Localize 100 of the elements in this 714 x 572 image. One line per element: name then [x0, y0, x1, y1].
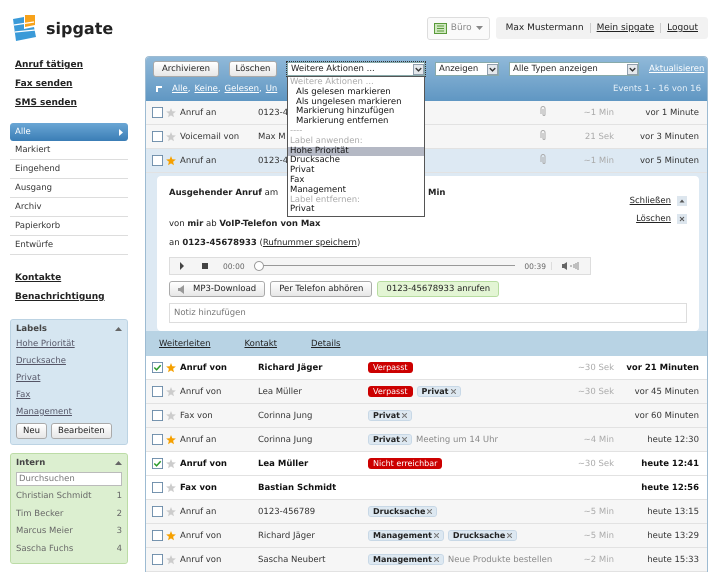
checkbox[interactable]	[152, 458, 163, 469]
menu-item[interactable]: Privat	[288, 166, 424, 176]
menu-item[interactable]: Management	[288, 186, 424, 196]
star-icon[interactable]	[166, 506, 176, 516]
call-button[interactable]: 0123-45678933 anrufen	[377, 281, 500, 297]
checkbox[interactable]	[152, 434, 163, 445]
event-row[interactable]: Anruf von Richard Jäger Verpasst ~30 Sek vor 21 Minuten	[146, 356, 707, 380]
event-note: Neue Produkte bestellen	[448, 554, 552, 564]
detail-link[interactable]: Weiterleiten	[159, 339, 210, 349]
checkbox[interactable]	[152, 506, 163, 517]
menu-item[interactable]: Privat	[288, 205, 424, 216]
header-link[interactable]: Logout	[660, 23, 704, 33]
save-number-link[interactable]: Rufnummer speichern	[262, 238, 357, 248]
sidebar-link[interactable]: Benachrichtigung	[15, 288, 123, 307]
menu-item[interactable]: Als gelesen markieren	[288, 88, 424, 98]
checkbox[interactable]	[152, 482, 163, 493]
folder-item[interactable]: Entwürfe	[10, 236, 128, 255]
checkbox[interactable]	[152, 155, 163, 166]
star-icon[interactable]	[166, 386, 176, 396]
menu-item[interactable]: Markierung hinzufügen	[288, 107, 424, 118]
paperclip-icon[interactable]	[539, 130, 547, 140]
star-icon[interactable]	[166, 108, 176, 118]
star-icon[interactable]	[166, 458, 176, 468]
folder-item[interactable]: Ausgang	[10, 179, 128, 198]
label-link[interactable]: Privat	[16, 370, 122, 387]
toolbar-button[interactable]: Archivieren	[153, 61, 219, 77]
progress-thumb[interactable]	[254, 261, 264, 271]
remove-icon[interactable]	[434, 533, 439, 538]
menu-item[interactable]: Fax	[288, 176, 424, 186]
menu-item[interactable]: Hohe Priorität	[288, 146, 424, 156]
remove-icon[interactable]	[434, 557, 439, 562]
paperclip-icon[interactable]	[539, 106, 547, 116]
star-icon[interactable]	[166, 530, 176, 540]
event-row[interactable]: Anruf an 0123-456789 Drucksache ~5 Min heute 13:15	[146, 500, 707, 524]
checkbox[interactable]	[152, 362, 163, 373]
action-link[interactable]: SMS senden	[15, 94, 123, 113]
folder-item[interactable]: Archiv	[10, 198, 128, 217]
remove-icon[interactable]	[402, 437, 407, 442]
search-field[interactable]: Durchsuchen	[16, 472, 122, 486]
event-type: Anruf von	[180, 530, 222, 540]
checkbox[interactable]	[152, 131, 163, 142]
star-icon[interactable]	[166, 434, 176, 444]
action-link[interactable]: Fax senden	[15, 75, 123, 94]
event-row[interactable]: Fax von Corinna Jung Privat vor 60 Minuten	[146, 404, 707, 428]
star-icon[interactable]	[166, 410, 176, 420]
folder-item[interactable]: Papierkorb	[10, 217, 128, 236]
menu-item[interactable]: Markierung entfernen	[288, 117, 424, 127]
detail-link[interactable]: Details	[311, 339, 340, 349]
collapse-icon[interactable]	[677, 196, 687, 206]
detail-link[interactable]: Kontakt	[244, 339, 278, 349]
sidebar-link[interactable]: Kontakte	[15, 269, 123, 288]
checkbox[interactable]	[152, 107, 163, 118]
contact-name[interactable]: Tim Becker	[16, 506, 64, 523]
progress-track[interactable]	[254, 261, 516, 271]
contact-name[interactable]: Sascha Fuchs	[16, 540, 74, 558]
header-link[interactable]: Mein sipgate	[590, 23, 660, 33]
checkbox[interactable]	[152, 530, 163, 541]
checkbox[interactable]	[152, 386, 163, 397]
star-icon[interactable]	[166, 554, 176, 564]
checkbox[interactable]	[152, 554, 163, 565]
folder-item[interactable]: Markiert	[10, 141, 128, 160]
checkbox[interactable]	[152, 410, 163, 421]
star-icon[interactable]	[166, 362, 176, 372]
listen-button[interactable]: Per Telefon abhören	[270, 281, 372, 297]
collapse-icon[interactable]	[115, 327, 122, 331]
collapse-icon[interactable]	[115, 461, 122, 465]
event-row[interactable]: Anruf von Lea Müller Nicht erreichbar ~30 Sek heute 12:41	[146, 452, 707, 476]
contact-name[interactable]: Marcus Meier	[16, 523, 73, 540]
label-button[interactable]: Neu	[16, 423, 47, 439]
event-row[interactable]: Anruf von Lea Müller Verpasst Privat ~30 Sek vor 45 Minuten	[146, 380, 707, 404]
label-link[interactable]: Management	[16, 404, 122, 421]
star-icon[interactable]	[166, 132, 176, 142]
toolbar-button[interactable]: Löschen	[229, 61, 277, 77]
remove-icon[interactable]	[402, 413, 407, 418]
label-link[interactable]: Hohe Priorität	[16, 336, 122, 353]
label-link[interactable]: Fax	[16, 387, 122, 404]
view-select[interactable]: Anzeigen	[435, 62, 499, 76]
action-link[interactable]: Anruf tätigen	[15, 56, 123, 75]
menu-item[interactable]: Drucksache	[288, 156, 424, 166]
paperclip-icon[interactable]	[539, 154, 547, 164]
star-icon[interactable]	[166, 482, 176, 492]
star-icon[interactable]	[166, 156, 176, 166]
folder-item[interactable]: Eingehend	[10, 160, 128, 179]
event-row[interactable]: Anruf von Richard Jäger Management Drucksache ~5 Min heute 13:29	[146, 524, 707, 548]
label-link[interactable]: Drucksache	[16, 353, 122, 370]
type-select[interactable]: Alle Typen anzeigen	[509, 62, 639, 76]
event-row[interactable]: Fax von Bastian Schmidt heute 12:56	[146, 476, 707, 500]
contact-name[interactable]: Christian Schmidt	[16, 488, 92, 506]
remove-icon[interactable]	[450, 389, 456, 394]
label-button[interactable]: Bearbeiten	[50, 423, 112, 439]
remove-icon[interactable]	[427, 509, 432, 514]
menu-item: ----	[289, 126, 304, 136]
download-button[interactable]: MP3-Download	[169, 281, 266, 297]
note-field[interactable]: Notiz hinzufügen	[169, 303, 687, 323]
close-link[interactable]: Schließen	[630, 196, 671, 206]
delete-link[interactable]: Löschen	[636, 214, 671, 224]
event-row[interactable]: Anruf an Corinna Jung Privat Meeting um 14 Uhr ~4 Min heute 12:30	[146, 428, 707, 452]
remove-icon[interactable]	[507, 533, 512, 538]
event-row[interactable]: Anruf von Sascha Neubert Management Neue Produkte bestellen ~2 Min heute 15:33	[146, 548, 707, 572]
close-icon[interactable]	[677, 214, 687, 224]
